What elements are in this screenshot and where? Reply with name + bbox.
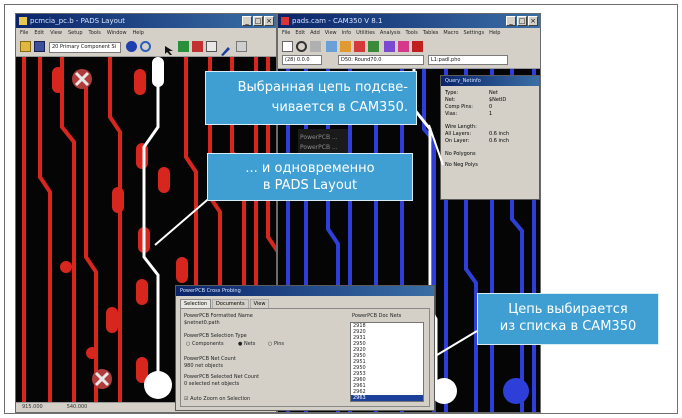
- callout-pads-line2: в PADS Layout: [262, 178, 358, 193]
- callout-list-line2: из списка в CAM350: [499, 319, 637, 334]
- callout-leaders: [154, 124, 478, 356]
- callout-pads-line1: ... и одновременно: [245, 161, 375, 176]
- callout-cam-highlight: Выбранная цепь подсве-чивается в CAM350.: [205, 71, 417, 125]
- callout-cam-highlight-text: Выбранная цепь подсве-чивается в CAM350.: [237, 80, 408, 115]
- callout-list-select: Цепь выбирается из списка в CAM350: [477, 293, 659, 345]
- callout-list-line1: Цепь выбирается: [508, 302, 628, 317]
- callout-pads-simultaneous: ... и одновременно в PADS Layout: [207, 153, 413, 201]
- screenshot-frame: pcmcia_pc.b - PADS Layout _ □ × File Edi…: [4, 4, 678, 414]
